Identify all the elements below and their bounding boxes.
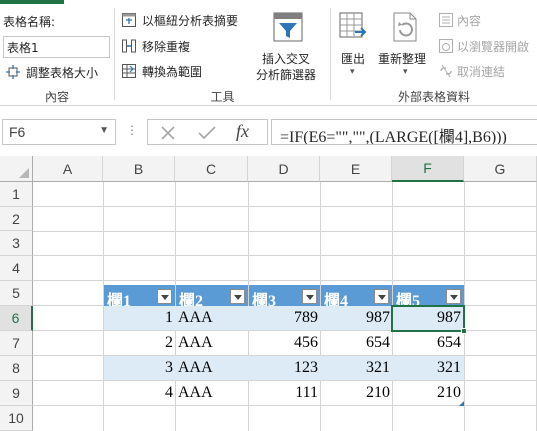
formula-input[interactable]: =IF(E6="","",(LARGE([欄4],B6)))	[271, 119, 537, 145]
filter-dropdown-icon[interactable]	[157, 289, 172, 304]
resize-table-label: 調整表格大小	[26, 66, 99, 80]
filter-dropdown-icon[interactable]	[374, 289, 389, 304]
table-name-input[interactable]: 表格1	[3, 36, 110, 58]
row-header-5[interactable]: 5	[0, 281, 33, 306]
table-cell[interactable]: 4	[104, 382, 175, 406]
column-header-d[interactable]: D	[248, 156, 320, 182]
table-cell[interactable]: 111	[249, 382, 320, 406]
summarize-pivot-button[interactable]: 以樞紐分析表摘要	[120, 12, 250, 30]
group-label-properties: 內容	[44, 90, 69, 104]
column-header-c[interactable]: C	[175, 156, 248, 182]
summarize-pivot-label: 以樞紐分析表摘要	[142, 14, 239, 28]
row-header-3[interactable]: 3	[0, 231, 33, 256]
column-header-a[interactable]: A	[33, 156, 103, 182]
table-cell[interactable]: 2	[104, 332, 175, 356]
open-in-browser-label: 以瀏覽器開啟	[457, 40, 530, 54]
convert-to-range-label: 轉換為範圍	[142, 65, 203, 79]
properties-icon	[439, 13, 453, 27]
table-cell[interactable]: 456	[249, 332, 320, 356]
table-cell[interactable]: 123	[249, 357, 320, 381]
column-header-f[interactable]: F	[392, 156, 464, 182]
select-all-corner[interactable]	[0, 156, 33, 182]
table-name-label: 表格名稱:	[3, 15, 56, 29]
properties-button: 內容	[437, 12, 527, 30]
filter-dropdown-icon[interactable]	[302, 289, 317, 304]
table-cell[interactable]: AAA	[176, 332, 248, 356]
table-cell[interactable]: 210	[321, 382, 392, 406]
table-cell[interactable]: AAA	[176, 382, 248, 406]
resize-table-button[interactable]: 調整表格大小	[4, 64, 108, 82]
table-cell[interactable]: AAA	[176, 357, 248, 381]
table-cell[interactable]: 321	[393, 357, 463, 381]
table-cell[interactable]: 654	[393, 332, 463, 356]
column-header-g[interactable]: G	[464, 156, 537, 182]
browser-icon	[439, 39, 453, 53]
table-resize-handle[interactable]	[459, 401, 464, 406]
convert-range-icon	[122, 64, 136, 78]
table-cell[interactable]: 654	[321, 332, 392, 356]
slicer-icon	[273, 12, 303, 42]
insert-function-icon[interactable]: fx	[236, 121, 249, 142]
row-header-6[interactable]: 6	[0, 306, 33, 331]
unlink-button: 取消連結	[437, 63, 527, 81]
column-header-b[interactable]: B	[103, 156, 175, 182]
cancel-icon[interactable]	[160, 125, 176, 141]
refresh-dropdown-icon: ▾	[403, 67, 408, 77]
export-label: 匯出	[341, 52, 366, 66]
convert-to-range-button[interactable]: 轉換為範圍	[120, 63, 220, 81]
resize-table-icon	[6, 65, 20, 79]
row-header-4[interactable]: 4	[0, 256, 33, 281]
chevron-down-icon[interactable]: ▼	[99, 125, 109, 136]
open-in-browser-button: 以瀏覽器開啟	[437, 38, 537, 56]
unlink-label: 取消連結	[457, 65, 506, 79]
refresh-icon	[393, 12, 417, 42]
formula-bar: F6 ▼ ⋮ fx =IF(E6="","",(LARGE([欄4],B6)))	[0, 106, 537, 156]
row-header-1[interactable]: 1	[0, 182, 33, 207]
worksheet-grid[interactable]: A B C D E F G 1 2 3 4 5 6 7 8 9 10 欄1 欄2…	[0, 156, 537, 431]
remove-duplicates-button[interactable]: 移除重複	[120, 38, 220, 56]
refresh-button[interactable]: 重新整理 ▾	[376, 10, 436, 82]
filter-dropdown-icon[interactable]	[230, 289, 245, 304]
export-icon	[339, 12, 367, 38]
export-dropdown-icon: ▾	[350, 67, 355, 77]
export-button[interactable]: 匯出 ▾	[336, 10, 372, 82]
name-box[interactable]: F6 ▼	[2, 119, 116, 145]
remove-duplicates-icon	[122, 39, 136, 53]
table-cell[interactable]: 210	[393, 382, 463, 406]
table-cell[interactable]: 987	[321, 307, 392, 331]
row-header-9[interactable]: 9	[0, 381, 33, 406]
pivot-table-icon	[122, 13, 136, 27]
row-header-10[interactable]: 10	[0, 406, 33, 431]
row-header-8[interactable]: 8	[0, 356, 33, 381]
ribbon: 表格名稱: 表格1 調整表格大小 內容 以樞紐分析表摘要 移除重複 轉換為範圍 …	[0, 0, 537, 106]
row-header-2[interactable]: 2	[0, 207, 33, 231]
table-cell[interactable]: 1	[104, 307, 175, 331]
refresh-label: 重新整理	[378, 52, 427, 66]
remove-duplicates-label: 移除重複	[142, 40, 191, 54]
insert-slicer-button[interactable]: 插入交叉 分析篩選器	[254, 10, 324, 84]
column-header-e[interactable]: E	[320, 156, 392, 182]
table-cell[interactable]: AAA	[176, 307, 248, 331]
table-cell[interactable]: 321	[321, 357, 392, 381]
table-cell[interactable]: 789	[249, 307, 320, 331]
more-options-icon[interactable]: ⋮	[126, 123, 138, 137]
formula-buttons: fx	[147, 119, 268, 145]
active-tab-indicator	[0, 0, 64, 4]
insert-slicer-label-2: 分析篩選器	[256, 68, 317, 82]
active-cell-selection	[391, 305, 465, 332]
group-label-external: 外部表格資料	[397, 90, 470, 104]
name-box-value: F6	[9, 124, 26, 140]
enter-check-icon[interactable]	[198, 125, 216, 141]
properties-label: 內容	[457, 14, 482, 28]
group-label-tools: 工具	[210, 90, 235, 104]
fill-handle[interactable]	[461, 328, 467, 334]
table-cell[interactable]: 3	[104, 357, 175, 381]
unlink-icon	[440, 64, 452, 78]
filter-dropdown-icon[interactable]	[446, 289, 461, 304]
insert-slicer-label-1: 插入交叉	[262, 52, 311, 66]
row-header-7[interactable]: 7	[0, 331, 33, 356]
